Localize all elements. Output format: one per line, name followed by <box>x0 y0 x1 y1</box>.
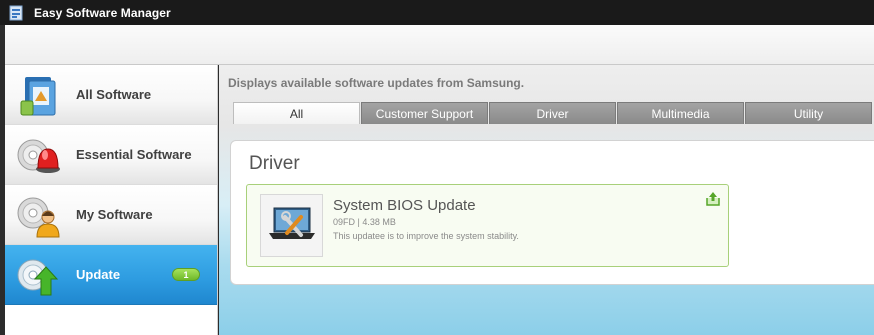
my-software-icon <box>15 191 63 239</box>
sidebar: All Software Essential Software My Softw… <box>5 65 218 335</box>
sidebar-item-label: Update <box>76 267 121 282</box>
main-panel: Displays available software updates from… <box>219 65 874 335</box>
all-software-icon <box>15 71 63 119</box>
content-card: Driver System BIOS Update 09FD | 4.38 MB… <box>230 140 874 285</box>
item-meta: 09FD | 4.38 MB <box>333 217 396 227</box>
sidebar-item-label: Essential Software <box>76 147 192 162</box>
install-update-icon[interactable] <box>704 190 722 208</box>
tab-driver[interactable]: Driver <box>489 102 616 124</box>
update-icon <box>15 251 63 299</box>
tab-multimedia[interactable]: Multimedia <box>617 102 744 124</box>
category-tabs: All Customer Support Driver Multimedia U… <box>233 102 873 124</box>
essential-software-icon <box>15 131 63 179</box>
sidebar-item-label: My Software <box>76 207 153 222</box>
sidebar-item-all-software[interactable]: All Software <box>5 65 217 125</box>
sidebar-item-essential-software[interactable]: Essential Software <box>5 125 217 185</box>
tab-utility[interactable]: Utility <box>745 102 872 124</box>
section-title: Driver <box>249 153 300 174</box>
app-icon <box>8 5 24 21</box>
tab-all[interactable]: All <box>233 102 360 124</box>
tab-customer-support[interactable]: Customer Support <box>361 102 488 124</box>
laptop-tools-icon <box>260 194 323 257</box>
item-title: System BIOS Update <box>333 197 476 214</box>
title-bar: Easy Software Manager <box>0 0 874 25</box>
window-title: Easy Software Manager <box>34 5 171 20</box>
sidebar-item-update[interactable]: Update 1 <box>5 245 217 305</box>
update-list-item[interactable]: System BIOS Update 09FD | 4.38 MB This u… <box>246 184 729 267</box>
item-description: This updatee is to improve the system st… <box>333 231 519 241</box>
sidebar-item-my-software[interactable]: My Software <box>5 185 217 245</box>
sidebar-item-label: All Software <box>76 87 152 102</box>
toolbar <box>5 25 874 65</box>
page-description: Displays available software updates from… <box>228 76 525 90</box>
update-count-badge: 1 <box>172 268 200 281</box>
